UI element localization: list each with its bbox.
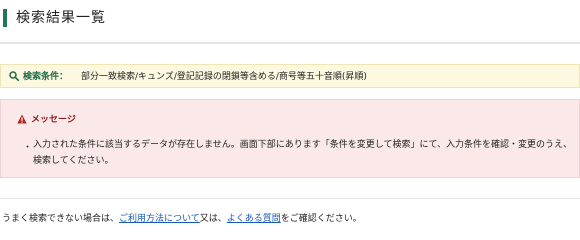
title-accent-bar [3, 9, 7, 27]
message-box: メッセージ ・ 入力された条件に該当するデータが存在しません。画面下部にあります… [0, 99, 580, 178]
help-middle: 又は、 [199, 214, 227, 224]
search-icon [9, 71, 19, 81]
help-line: うまく検索できない場合は、ご利用方法について又は、よくある質問をご確認ください。 [2, 211, 362, 224]
search-conditions-bar: 検索条件： 部分一致検索/キュンズ/登記記録の閉鎖等含める/商号等五十音順(昇順… [0, 64, 580, 88]
help-suffix: をご確認ください。 [280, 214, 362, 224]
usage-guide-link[interactable]: ご利用方法について [119, 214, 200, 224]
search-conditions-value: 部分一致検索/キュンズ/登記記録の閉鎖等含める/商号等五十音順(昇順) [81, 72, 367, 82]
divider [0, 198, 580, 199]
message-bullet: ・ [23, 143, 33, 153]
message-text: 入力された条件に該当するデータが存在しません。画面下部にあります「条件を変更して… [33, 140, 573, 166]
message-title: メッセージ [31, 115, 76, 125]
warning-icon [17, 114, 27, 124]
search-conditions-label: 検索条件： [23, 72, 69, 82]
page-title: 検索結果一覧 [16, 10, 106, 26]
page-header: 検索結果一覧 [0, 0, 580, 44]
faq-link[interactable]: よくある質問 [227, 214, 281, 224]
help-prefix: うまく検索できない場合は、 [2, 214, 120, 224]
